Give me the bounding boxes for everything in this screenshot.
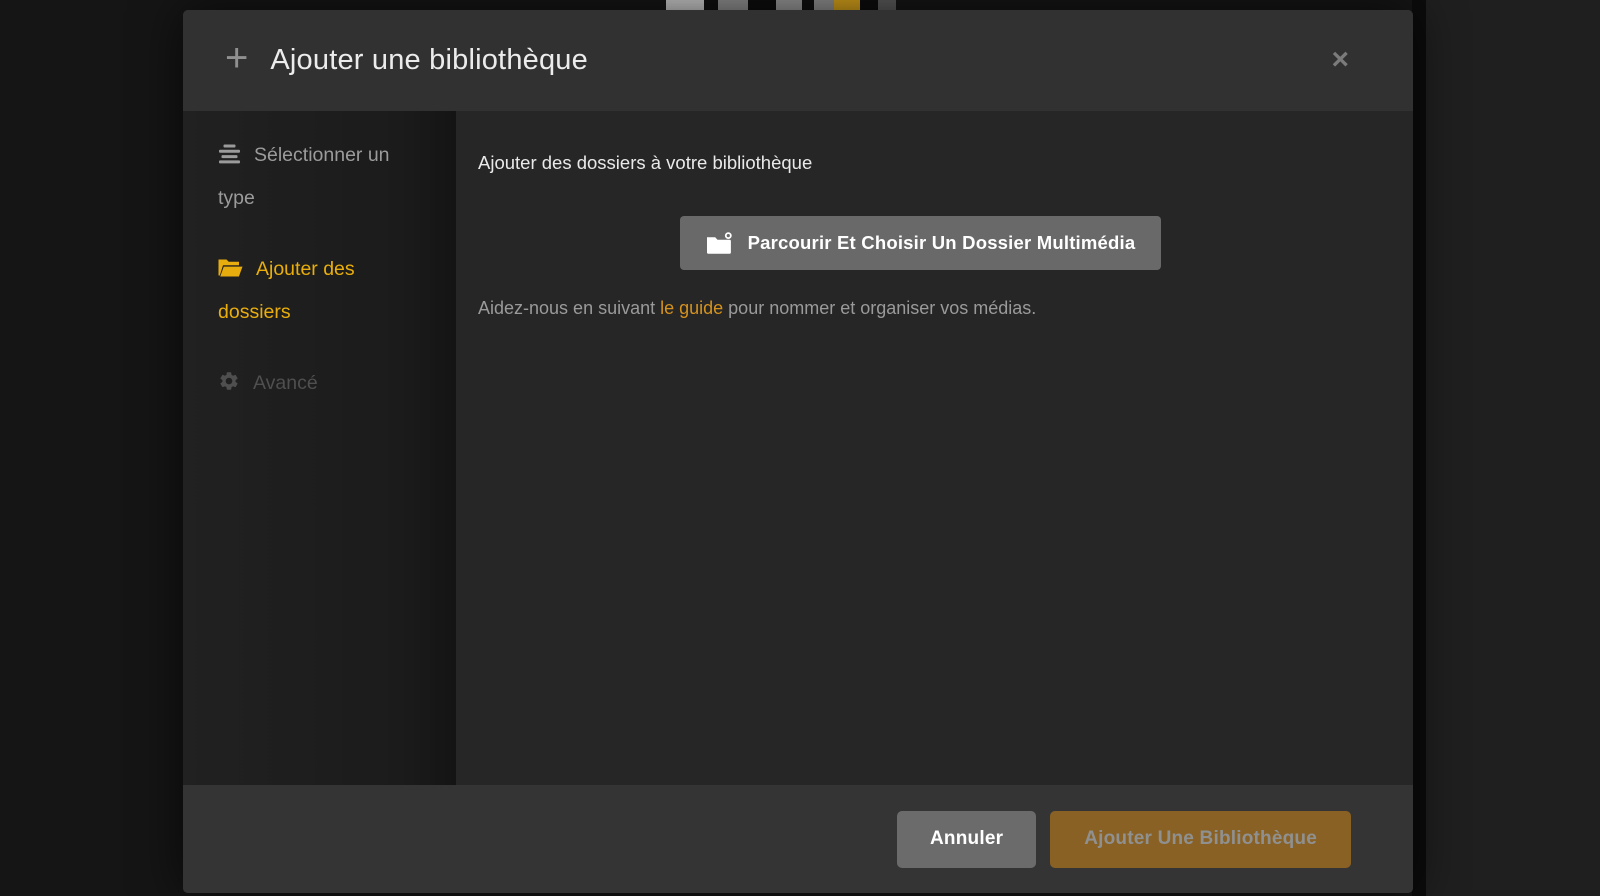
page-peek-fragment bbox=[814, 0, 834, 10]
panel-heading: Ajouter des dossiers à votre bibliothèqu… bbox=[478, 152, 1363, 174]
page-peek-fragment bbox=[704, 0, 718, 10]
page-peek-fragment bbox=[776, 0, 802, 10]
hint-text: Aidez-nous en suivant bbox=[478, 298, 660, 318]
guide-link[interactable]: le guide bbox=[660, 298, 723, 318]
cancel-button[interactable]: Annuler bbox=[897, 811, 1036, 868]
page-peek-fragment bbox=[860, 0, 878, 10]
gear-icon bbox=[218, 366, 240, 406]
folder-plus-icon bbox=[706, 232, 733, 255]
step-select-type[interactable]: Sélectionner un type bbox=[218, 135, 426, 218]
dialog-title: Ajouter une bibliothèque bbox=[270, 44, 588, 77]
page-peek-fragment bbox=[718, 0, 748, 10]
add-library-dialog: + Ajouter une bibliothèque × Sélectionne… bbox=[183, 10, 1413, 893]
dialog-body: Sélectionner un type Ajouter des dossier… bbox=[183, 111, 1413, 785]
step-label: Avancé bbox=[253, 372, 318, 394]
page-peek-fragment bbox=[878, 0, 896, 10]
backdrop-right-panel bbox=[1426, 0, 1600, 896]
browse-button-label: Parcourir Et Choisir Un Dossier Multiméd… bbox=[748, 232, 1136, 254]
screen: + Ajouter une bibliothèque × Sélectionne… bbox=[0, 0, 1600, 896]
step-advanced: Avancé bbox=[218, 363, 426, 406]
page-peek-fragment bbox=[802, 0, 814, 10]
browse-button-row: Parcourir Et Choisir Un Dossier Multiméd… bbox=[478, 216, 1363, 270]
dialog-header: + Ajouter une bibliothèque × bbox=[183, 10, 1413, 111]
page-peek-fragment bbox=[748, 0, 776, 10]
hint-text: pour nommer et organiser vos médias. bbox=[723, 298, 1036, 318]
step-label: Sélectionner un type bbox=[218, 144, 390, 209]
browse-media-folder-button[interactable]: Parcourir Et Choisir Un Dossier Multiméd… bbox=[680, 216, 1162, 270]
list-lines-icon bbox=[218, 138, 241, 178]
close-icon[interactable]: × bbox=[1325, 44, 1355, 76]
step-add-folders[interactable]: Ajouter des dossiers bbox=[218, 249, 426, 332]
open-folder-icon bbox=[218, 252, 243, 292]
add-library-submit-button[interactable]: Ajouter Une Bibliothèque bbox=[1050, 811, 1351, 868]
backdrop-dark-strip bbox=[1412, 0, 1426, 896]
page-peek-fragment bbox=[666, 0, 704, 10]
wizard-steps-sidebar: Sélectionner un type Ajouter des dossier… bbox=[183, 111, 456, 785]
page-peek-fragment bbox=[834, 0, 860, 10]
plus-icon: + bbox=[225, 38, 248, 78]
naming-guide-hint: Aidez-nous en suivant le guide pour nomm… bbox=[478, 298, 1363, 319]
dialog-footer: Annuler Ajouter Une Bibliothèque bbox=[183, 785, 1413, 893]
dialog-main-panel: Ajouter des dossiers à votre bibliothèqu… bbox=[456, 111, 1413, 785]
